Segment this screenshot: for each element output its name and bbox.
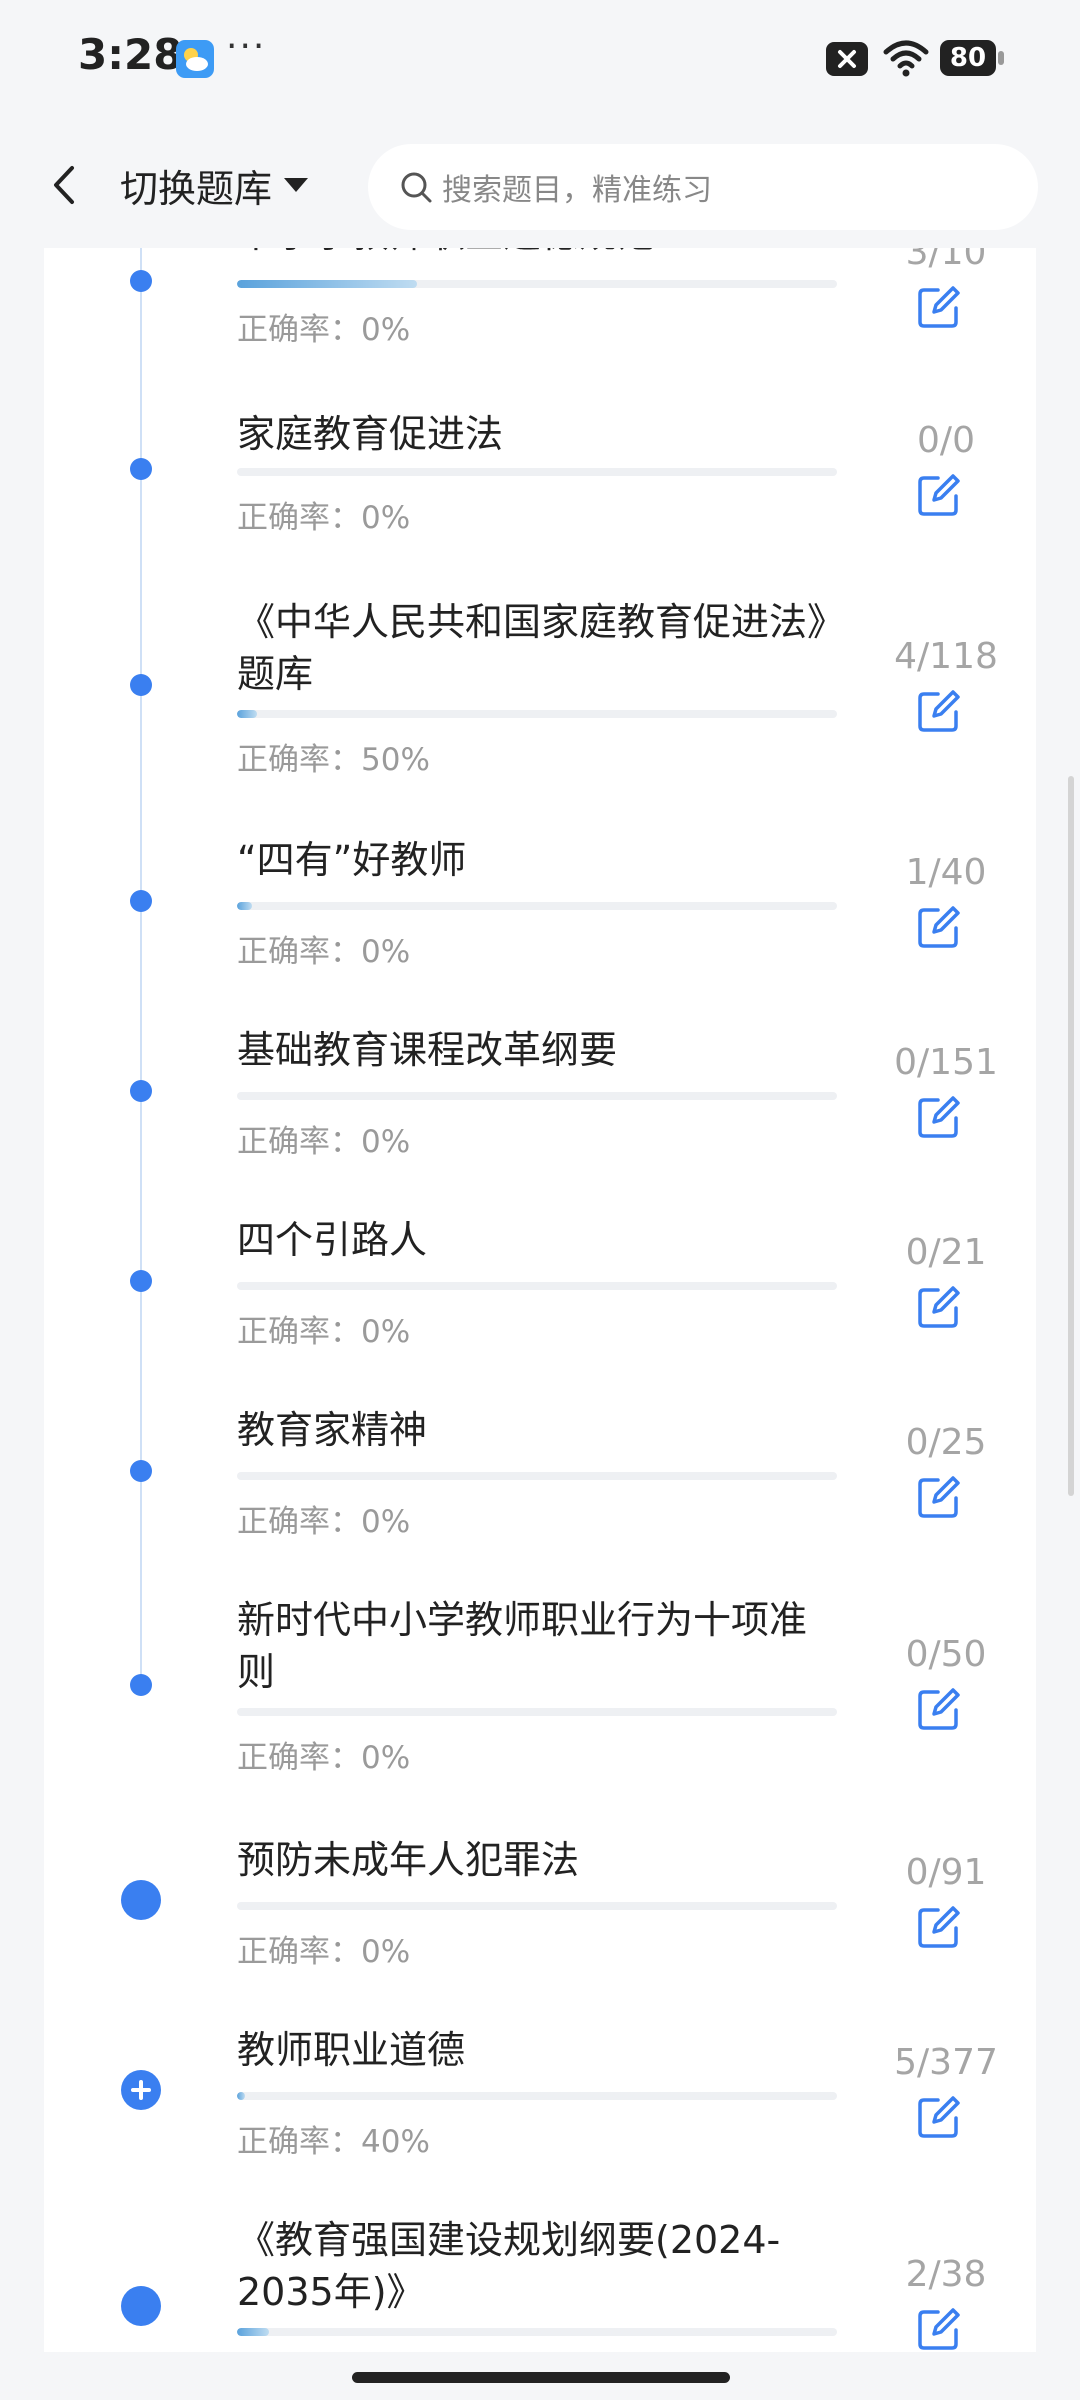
timeline-dot-large — [121, 2286, 161, 2326]
item-accuracy: 正确率：0% — [237, 312, 411, 348]
progress-bar — [237, 710, 837, 718]
switch-question-bank-button[interactable]: 切换题库 — [120, 158, 310, 212]
edit-icon[interactable] — [916, 1904, 962, 1950]
progress-bar — [237, 468, 837, 476]
item-count: 5/377 — [894, 2042, 998, 2083]
status-time: 3:28 — [78, 30, 183, 79]
item-count: 0/151 — [894, 1042, 998, 1083]
search-placeholder: 搜索题目，精准练习 — [442, 173, 712, 208]
progress-fill — [237, 902, 252, 910]
progress-bar — [237, 1282, 837, 1290]
item-title: 教师职业道德 — [237, 2028, 466, 2072]
edit-icon[interactable] — [916, 2094, 962, 2140]
item-accuracy: 正确率：0% — [237, 934, 411, 970]
item-title: 四个引路人 — [237, 1218, 428, 1262]
item-count: 0/25 — [905, 1422, 987, 1463]
item-accuracy: 正确率：0% — [237, 1740, 411, 1776]
item-count: 0/50 — [905, 1634, 987, 1675]
item-title: 预防未成年人犯罪法 — [237, 1838, 580, 1882]
item-title: 新时代中小学教师职业行为十项准则 — [237, 1598, 808, 1694]
progress-bar — [237, 280, 837, 288]
progress-bar — [237, 1092, 837, 1100]
progress-bar — [237, 1902, 837, 1910]
item-accuracy: 正确率：0% — [237, 1934, 411, 1970]
item-accuracy: 正确率：40% — [237, 2124, 430, 2160]
search-icon — [401, 172, 432, 203]
item-accuracy: 正确率：0% — [237, 500, 411, 536]
progress-fill — [237, 2328, 269, 2336]
item-title: 《教育强国建设规划纲要(2024-2035年)》 — [237, 2218, 781, 2314]
item-accuracy: 正确率：0% — [237, 1504, 411, 1540]
item-title: 《中华人民共和国家庭教育促进法》题库 — [237, 600, 827, 696]
timeline-dot — [130, 1460, 152, 1482]
plus-circle-icon[interactable] — [121, 2070, 161, 2110]
edit-icon[interactable] — [916, 1284, 962, 1330]
battery-icon: 80 — [940, 38, 1006, 78]
timeline-dot — [130, 890, 152, 912]
edit-icon[interactable] — [916, 1474, 962, 1520]
edit-icon[interactable] — [916, 2306, 962, 2352]
notification-x-icon — [826, 42, 868, 76]
question-bank-list: 中小学教师职业道德规范 正确率：0% 3/10 家庭教育促进法 正确率：0% 0… — [44, 248, 1036, 2352]
item-accuracy: 正确率：0% — [237, 1314, 411, 1350]
item-count: 1/40 — [905, 852, 987, 893]
timeline-dot — [130, 674, 152, 696]
caret-down-icon — [284, 178, 309, 192]
search-input[interactable]: 搜索题目，精准练习 — [368, 144, 1038, 230]
weather-icon — [176, 40, 214, 78]
top-header: 切换题库 搜索题目，精准练习 — [0, 120, 1080, 248]
item-count: 4/118 — [894, 636, 998, 677]
edit-icon[interactable] — [916, 904, 962, 950]
item-title: 家庭教育促进法 — [237, 412, 504, 456]
timline-dot — [130, 458, 152, 480]
progress-bar — [237, 2092, 837, 2100]
home-indicator[interactable] — [352, 2372, 730, 2383]
wifi-icon — [883, 40, 929, 77]
item-accuracy: 正确率：0% — [237, 1124, 411, 1160]
timeline-dot — [130, 1674, 152, 1696]
progress-fill — [237, 280, 417, 288]
status-bar: 3:28 ··· 80 — [0, 0, 1080, 120]
item-title: 中小学教师职业道德规范 — [237, 248, 837, 260]
scrollbar[interactable] — [1068, 776, 1074, 1496]
timeline-dot — [130, 270, 152, 292]
progress-bar — [237, 2328, 837, 2336]
progress-bar — [237, 1708, 837, 1716]
timeline-dot — [130, 1270, 152, 1292]
progress-bar — [237, 1472, 837, 1480]
item-count: 0/91 — [905, 1852, 987, 1893]
item-accuracy: 正确率：50% — [237, 742, 430, 778]
battery-level: 80 — [949, 43, 987, 73]
item-count: 2/38 — [905, 2254, 987, 2295]
edit-icon[interactable] — [916, 472, 962, 518]
item-title: 教育家精神 — [237, 1408, 428, 1452]
item-title: “四有”好教师 — [237, 838, 467, 882]
status-more-dots: ··· — [226, 26, 267, 67]
timeline-dot — [130, 1080, 152, 1102]
edit-icon[interactable] — [916, 688, 962, 734]
item-title: 基础教育课程改革纲要 — [237, 1028, 618, 1072]
item-count: 0/21 — [905, 1232, 987, 1273]
edit-icon[interactable] — [916, 284, 962, 330]
back-arrow-icon[interactable] — [44, 160, 84, 210]
switch-question-bank-label: 切换题库 — [120, 166, 273, 211]
progress-bar — [237, 902, 837, 910]
progress-fill — [237, 2092, 245, 2100]
progress-fill — [237, 710, 258, 718]
edit-icon[interactable] — [916, 1094, 962, 1140]
timeline-dot-large — [121, 1880, 161, 1920]
edit-icon[interactable] — [916, 1686, 962, 1732]
item-count: 3/10 — [905, 248, 987, 273]
item-count: 0/0 — [917, 420, 975, 461]
